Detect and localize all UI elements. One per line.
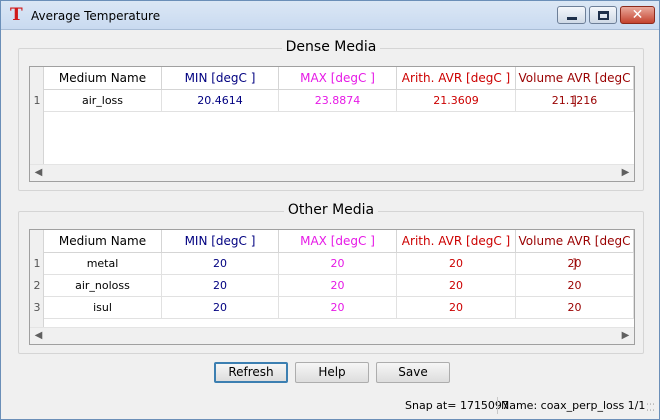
cell-min[interactable]: 20: [162, 297, 279, 319]
scroll-right-icon[interactable]: ▶: [617, 328, 634, 344]
window-title: Average Temperature: [31, 9, 161, 23]
header-max[interactable]: MAX [degC ]: [279, 230, 397, 253]
header-volume-avr[interactable]: Volume AVR [degC ]: [516, 67, 634, 108]
cell-medium-name[interactable]: air_loss: [44, 90, 162, 112]
cell-medium-name[interactable]: metal: [44, 253, 162, 275]
cell-volume-avr[interactable]: 20: [516, 297, 634, 319]
row-number: 2: [33, 279, 41, 292]
average-temperature-window: T Average Temperature ✕ Dense Media Medi…: [0, 0, 660, 420]
scroll-left-icon[interactable]: ◀: [30, 328, 47, 344]
close-icon: ✕: [631, 7, 644, 23]
cell-min[interactable]: 20.4614: [162, 90, 279, 112]
other-media-table: Medium Name MIN [degC ] MAX [degC ] Arit…: [29, 229, 635, 345]
scroll-right-icon[interactable]: ▶: [617, 165, 634, 181]
cell-max[interactable]: 20: [279, 253, 397, 275]
cell-arith-avr[interactable]: 21.3609: [397, 90, 516, 112]
cell-min[interactable]: 20: [162, 275, 279, 297]
cell-arith-avr[interactable]: 20: [397, 253, 516, 275]
header-volume-avr[interactable]: Volume AVR [degC ]: [516, 230, 634, 271]
dense-media-title: Dense Media: [281, 39, 381, 55]
header-medium-name[interactable]: Medium Name: [44, 67, 162, 90]
status-bar: Snap at= 1715097 Name: coax_perp_loss 1/…: [1, 394, 659, 419]
minimize-icon: [567, 17, 577, 20]
save-button[interactable]: Save: [376, 362, 450, 383]
maximize-icon: [598, 11, 609, 20]
row-number: 3: [33, 301, 41, 314]
scroll-left-icon[interactable]: ◀: [30, 165, 47, 181]
other-media-title: Other Media: [283, 202, 379, 218]
row-number: 1: [33, 94, 41, 107]
row-number: 1: [33, 257, 41, 270]
help-button[interactable]: Help: [295, 362, 369, 383]
cell-max[interactable]: 20: [279, 297, 397, 319]
maximize-button[interactable]: [589, 6, 617, 24]
cell-max[interactable]: 23.8874: [279, 90, 397, 112]
row-number-column: [30, 67, 44, 165]
cell-medium-name[interactable]: air_noloss: [44, 275, 162, 297]
refresh-button[interactable]: Refresh: [214, 362, 288, 383]
header-medium-name[interactable]: Medium Name: [44, 230, 162, 253]
cell-volume-avr[interactable]: 20: [516, 253, 634, 275]
minimize-button[interactable]: [557, 6, 586, 24]
cell-volume-avr[interactable]: 20: [516, 275, 634, 297]
status-name: Name: coax_perp_loss 1/1: [501, 399, 646, 412]
horizontal-scrollbar[interactable]: ◀ ▶: [30, 327, 634, 344]
dense-media-table: Medium Name MIN [degC ] MAX [degC ] Arit…: [29, 66, 635, 182]
close-button[interactable]: ✕: [620, 6, 655, 24]
app-logo-icon: T: [10, 5, 23, 25]
status-separator: [497, 397, 498, 414]
cell-max[interactable]: 20: [279, 275, 397, 297]
cell-arith-avr[interactable]: 20: [397, 275, 516, 297]
header-min[interactable]: MIN [degC ]: [162, 230, 279, 253]
title-bar[interactable]: T Average Temperature ✕: [1, 1, 659, 30]
dense-media-group: Dense Media Medium Name MIN [degC ] MAX …: [18, 39, 644, 191]
header-min[interactable]: MIN [degC ]: [162, 67, 279, 90]
header-max[interactable]: MAX [degC ]: [279, 67, 397, 90]
cell-min[interactable]: 20: [162, 253, 279, 275]
cell-medium-name[interactable]: isul: [44, 297, 162, 319]
resize-grip-icon[interactable]: ⋯ ⋯: [646, 401, 656, 416]
cell-volume-avr[interactable]: 21.1216: [516, 90, 634, 112]
other-media-group: Other Media Medium Name MIN [degC ] MAX …: [18, 202, 644, 354]
horizontal-scrollbar[interactable]: ◀ ▶: [30, 164, 634, 181]
header-arith-avr[interactable]: Arith. AVR [degC ]: [397, 67, 516, 90]
status-snap: Snap at= 1715097: [405, 399, 509, 412]
header-arith-avr[interactable]: Arith. AVR [degC ]: [397, 230, 516, 253]
cell-arith-avr[interactable]: 20: [397, 297, 516, 319]
